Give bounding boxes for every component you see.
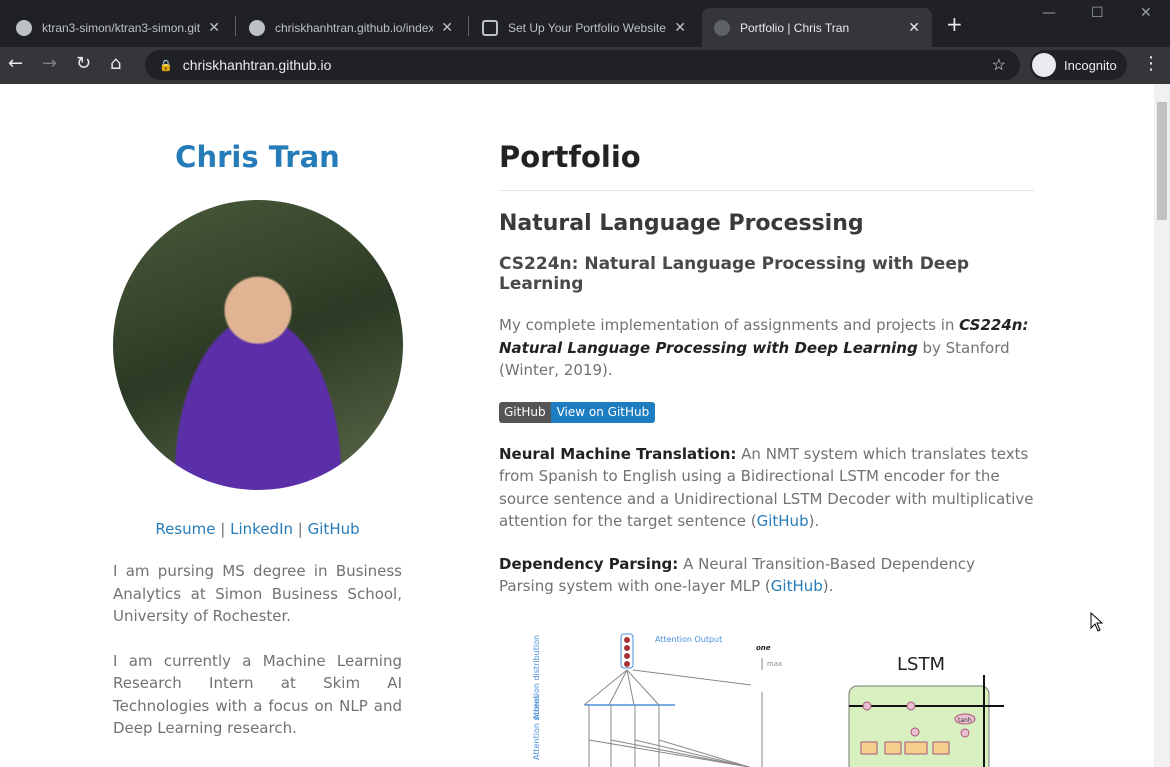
bio-paragraph: I am pursing MS degree in Business Analy…: [113, 562, 402, 625]
project-title: Neural Machine Translation:: [499, 444, 737, 463]
tab-strip: ktran3-simon/ktran3-simon.github.io ✕ chr…: [0, 0, 1170, 47]
sidebar: Chris Tran Resume | LinkedIn | GitHub I …: [113, 140, 403, 740]
maximize-button[interactable]: ☐: [1091, 5, 1104, 21]
author-name: Chris Tran: [175, 140, 340, 174]
tab-portfolio-active[interactable]: Portfolio | Chris Tran ✕: [702, 8, 932, 47]
browser-toolbar: ← → ↻ ⌂ 🔒 chriskhanhtran.github.io ☆ Incog…: [0, 47, 1170, 84]
tab-portfolio-guide[interactable]: Set Up Your Portfolio Website ✕: [470, 8, 698, 47]
profile-links: Resume | LinkedIn | GitHub: [113, 520, 402, 538]
close-tab-icon[interactable]: ✕: [674, 19, 686, 36]
github-icon: [249, 19, 265, 36]
page-title: Portfolio: [499, 140, 1034, 191]
tanh-label: tanh: [958, 717, 972, 724]
page-icon: [482, 19, 498, 36]
badge-label: GitHub: [499, 401, 551, 423]
view-on-github-badge[interactable]: GitHub View on GitHub: [499, 401, 656, 423]
menu-icon[interactable]: ⋮: [1142, 53, 1160, 74]
github-icon: [16, 19, 32, 36]
url-text: chriskhanhtran.github.io: [182, 57, 332, 73]
back-icon[interactable]: ←: [8, 53, 23, 74]
new-tab-button[interactable]: +: [946, 12, 963, 36]
linkedin-link[interactable]: LinkedIn: [230, 520, 293, 538]
section-title: Natural Language Processing: [499, 211, 864, 236]
close-tab-icon[interactable]: ✕: [208, 19, 220, 36]
resume-link[interactable]: Resume: [155, 520, 215, 538]
nmt-github-link[interactable]: GitHub: [757, 512, 809, 530]
vertical-scrollbar[interactable]: [1154, 84, 1170, 767]
project-nmt: Neural Machine Translation: An NMT syste…: [499, 443, 1034, 533]
minimize-button[interactable]: —: [1042, 5, 1056, 21]
bookmark-star-icon[interactable]: ☆: [992, 55, 1006, 75]
close-tab-icon[interactable]: ✕: [908, 19, 920, 36]
reload-icon[interactable]: ↻: [76, 53, 91, 74]
mouse-cursor-icon: [1090, 612, 1104, 632]
lock-icon: 🔒: [159, 59, 173, 72]
tab-title: ktran3-simon/ktran3-simon.github.io: [42, 20, 201, 35]
project-diagrams: Attention Output Attention distribution …: [532, 633, 1004, 767]
course-intro: My complete implementation of assignment…: [499, 314, 1034, 382]
intro-text: My complete implementation of assignment…: [499, 316, 960, 334]
dep-github-link[interactable]: GitHub: [771, 577, 823, 595]
scrollbar-thumb[interactable]: [1157, 102, 1167, 220]
badge-action: View on GitHub: [550, 401, 656, 423]
tab-title: chriskhanhtran.github.io/index.html: [275, 20, 434, 35]
course-title: CS224n: Natural Language Processing with…: [499, 254, 970, 294]
separator: |: [297, 520, 303, 538]
one-label: one: [756, 644, 771, 652]
lstm-cell-diagram: tanh: [848, 675, 1004, 767]
attention-scores-label: Attention scores: [532, 695, 541, 760]
incognito-profile-button[interactable]: Incognito: [1030, 50, 1127, 80]
tab-title: Portfolio | Chris Tran: [740, 20, 850, 35]
home-icon[interactable]: ⌂: [110, 53, 121, 74]
tab-title: Set Up Your Portfolio Website: [508, 20, 666, 35]
max-label: max: [767, 660, 782, 668]
project-dependency-parsing: Dependency Parsing: A Neural Transition-…: [499, 553, 1034, 598]
bio-paragraph: I am currently a Machine Learning Resear…: [113, 651, 402, 738]
tab-github-1[interactable]: ktran3-simon/ktran3-simon.github.io ✕: [4, 8, 232, 47]
profile-photo: [113, 200, 403, 490]
lstm-title: LSTM: [897, 654, 945, 675]
attention-diagram: [583, 633, 763, 767]
tab-github-2[interactable]: chriskhanhtran.github.io/index.html ✕: [237, 8, 465, 47]
close-tab-icon[interactable]: ✕: [441, 19, 453, 36]
incognito-icon: [1032, 53, 1056, 77]
globe-icon: [714, 19, 730, 36]
project-title: Dependency Parsing:: [499, 554, 679, 573]
main-content: Portfolio Natural Language Processing CS…: [499, 140, 1034, 598]
address-bar[interactable]: 🔒 chriskhanhtran.github.io ☆: [145, 50, 1020, 80]
profile-label: Incognito: [1064, 57, 1117, 73]
attention-output-label: Attention Output: [655, 635, 722, 644]
punct: ).: [808, 512, 820, 530]
github-link[interactable]: GitHub: [308, 520, 360, 538]
close-window-button[interactable]: ✕: [1140, 5, 1152, 21]
forward-icon[interactable]: →: [42, 53, 57, 74]
punct: ).: [822, 577, 834, 595]
separator: |: [220, 520, 226, 538]
